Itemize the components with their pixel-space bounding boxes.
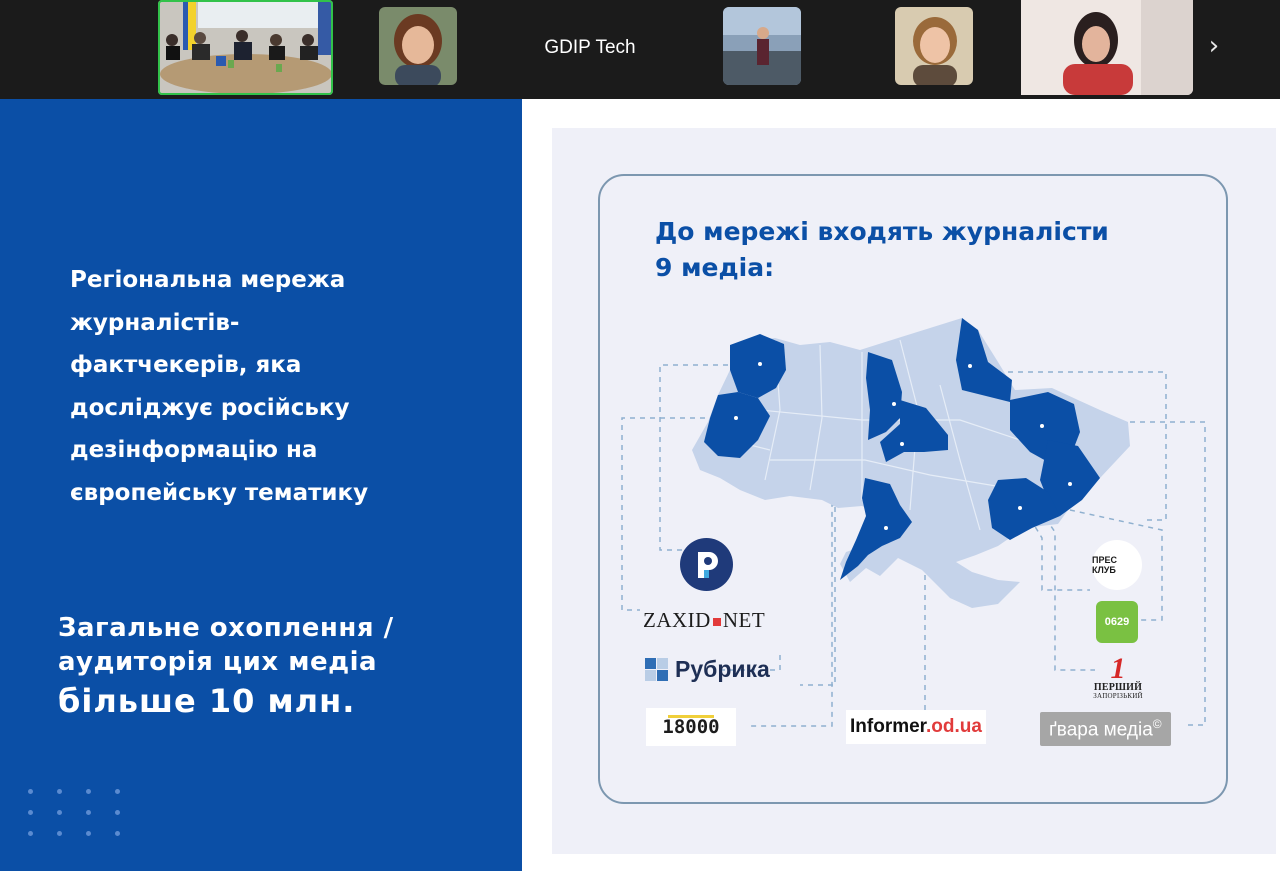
media-logo-informer: Informer.od.ua xyxy=(846,710,986,744)
participant-video xyxy=(1021,0,1193,95)
rubrika-squares-icon xyxy=(645,657,668,681)
participant-video xyxy=(895,7,973,85)
t18-text: 18000 xyxy=(662,716,720,738)
participant-thumb-woman-3[interactable] xyxy=(895,7,973,85)
participant-thumb-woman-1[interactable] xyxy=(379,7,457,85)
zaxid-left-text: ZAXID xyxy=(643,608,711,632)
media-logo-0629: 0629 xyxy=(1096,601,1138,643)
participant-video xyxy=(379,7,457,85)
informer-suffix-text: .od.ua xyxy=(926,716,982,737)
reach-line-2: аудиторія цих медіа xyxy=(58,647,378,677)
media-logo-pres-klub: ПРЕС КЛУБ xyxy=(1092,540,1142,590)
media-logo-18000: 18000 xyxy=(646,708,736,746)
reach-line-3: більше 10 млн. xyxy=(58,682,356,720)
t18-bar xyxy=(668,715,714,718)
media-logo-gvara: ґвара медіа© xyxy=(1040,712,1171,747)
conference-room-video xyxy=(158,0,333,95)
reach-line-1: Загальне охоплення / xyxy=(58,613,394,643)
participants-strip: GDIP Tech › xyxy=(0,0,1280,99)
gvara-text: ґвара медіа xyxy=(1049,719,1153,741)
pershyi-line-2: ЗАПОРІЗЬКИЙ xyxy=(1093,692,1143,700)
participant-thumb-woman-4[interactable] xyxy=(1021,0,1193,95)
zaxid-square-icon xyxy=(712,618,721,627)
pres-klub-text: ПРЕС КЛУБ xyxy=(1092,555,1117,575)
media-logo-rubrika: Рубрика xyxy=(645,656,770,683)
zaxid-right-text: NET xyxy=(722,608,766,632)
network-description: Регіональна мережа журналістів- фактчеке… xyxy=(70,267,369,506)
slide-title-line-1: До мережі входять журналісти xyxy=(655,217,1109,246)
media-logo-circle-r-icon xyxy=(680,538,733,591)
gvara-copyright-mark: © xyxy=(1152,717,1162,731)
region-chernihiv xyxy=(956,318,1012,402)
participant-name-tile[interactable]: GDIP Tech xyxy=(490,0,690,95)
n0629-text: 0629 xyxy=(1104,616,1130,628)
slide-title: До мережі входять журналісти 9 медіа: xyxy=(655,214,1175,286)
pershyi-number: 1 xyxy=(1110,652,1126,685)
pershyi-line-1: ПЕРШИЙ xyxy=(1093,682,1143,693)
audience-reach: Загальне охоплення / аудиторія цих медіа… xyxy=(58,611,498,723)
next-participants-arrow[interactable]: › xyxy=(1200,30,1228,62)
media-logo-pershyi-zaporizkyi: 1 ПЕРШИЙ ЗАПОРІЗЬКИЙ xyxy=(1090,652,1146,701)
slide-title-line-2: 9 медіа: xyxy=(655,253,775,282)
rubrika-text: Рубрика xyxy=(675,656,770,682)
media-logo-zaxid-net: ZAXID NET xyxy=(643,608,765,633)
participant-video xyxy=(723,7,801,85)
participant-thumb-woman-2[interactable] xyxy=(723,7,801,85)
participant-tile-conference-room[interactable] xyxy=(158,0,333,95)
informer-main-text: Informer xyxy=(850,716,927,737)
left-info-panel: Регіональна мережа журналістів- фактчеке… xyxy=(0,99,522,871)
